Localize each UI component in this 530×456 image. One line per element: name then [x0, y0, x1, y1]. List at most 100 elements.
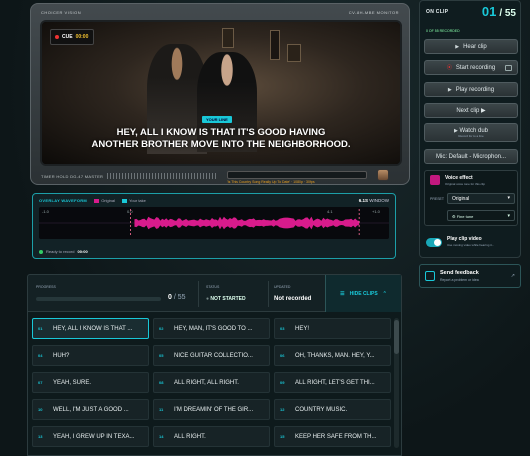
clip-number: 01	[38, 326, 43, 331]
clip-item[interactable]: 12 COUNTRY MUSIC.	[274, 399, 391, 420]
clip-number: 15	[280, 434, 285, 439]
progress-count: 0 / 55	[168, 294, 186, 301]
clip-list: 01 HEY, ALL I KNOW IS THAT ... 02 HEY, MAN,…	[27, 312, 402, 456]
clip-number: 13	[38, 434, 43, 439]
waveform-panel: OVERLAY WAVEFORM Original Your take 6.1S…	[32, 193, 396, 259]
mic-select-button[interactable]: Mic: Default - Microphon...	[424, 149, 518, 164]
original-swatch-icon	[94, 198, 100, 203]
next-clip-button[interactable]: Next clip ▶	[424, 103, 518, 118]
app-root: CHOICER VISION CV-8H-MBE MONITOR CUE 00:…	[0, 0, 530, 456]
recorded-count: 0 OF 55 RECORDED	[426, 29, 460, 33]
clip-number: 04	[38, 353, 43, 358]
clip-number: 10	[38, 407, 43, 412]
clip-text: I'M DREAMIN' OF THE GIR...	[174, 406, 254, 413]
tick-label: 0.0	[127, 209, 133, 214]
ready-dot-icon	[39, 249, 43, 254]
clip-item[interactable]: 01 HEY, ALL I KNOW IS THAT ...	[32, 318, 149, 339]
clip-item[interactable]: 06 OH, THANKS, MAN. HEY, Y...	[274, 345, 391, 366]
clip-item[interactable]: 13 YEAH, I GREW UP IN TEXA...	[32, 426, 149, 447]
clip-text: WELL, I'M JUST A GOOD ...	[53, 406, 129, 413]
cue-timecode: 00:00	[75, 34, 89, 40]
subtitle-text: HEY, ALL I KNOW IS THAT IT'S GOOD HAVING…	[91, 127, 351, 150]
monitor-model: CV-8H-MBE MONITOR	[348, 10, 399, 15]
clip-text: KEEP HER SAFE FROM TH...	[295, 433, 377, 440]
clip-item[interactable]: 05 NICE GUITAR COLLECTIO...	[153, 345, 270, 366]
clip-item[interactable]: 08 ALL RIGHT, ALL RIGHT.	[153, 372, 270, 393]
clip-number: 06	[280, 353, 285, 358]
clip-item[interactable]: 07 YEAH, SURE.	[32, 372, 149, 393]
equalizer-icon	[430, 175, 440, 185]
clip-number: 03	[280, 326, 285, 331]
tape-slot	[227, 171, 367, 179]
clip-item[interactable]: 03 HEY!	[274, 318, 391, 339]
cue-indicator: CUE 00:00	[50, 29, 94, 45]
progress-bar-panel: PROGRESS 0 / 55 STATUS NOT STARTED UPDAT…	[27, 274, 402, 312]
external-arrow-icon: ↗	[510, 273, 515, 279]
clip-text: HEY!	[295, 325, 310, 332]
clip-text: NICE GUITAR COLLECTIO...	[174, 352, 253, 359]
play-icon: ▶	[455, 43, 460, 50]
clip-item[interactable]: 11 I'M DREAMIN' OF THE GIR...	[153, 399, 270, 420]
clip-text: YEAH, I GREW UP IN TEXA...	[53, 433, 135, 440]
clip-item[interactable]: 09 ALL RIGHT, LET'S GET THI...	[274, 372, 391, 393]
tick-label: 4.1	[327, 209, 333, 214]
clip-text: ALL RIGHT.	[174, 433, 206, 440]
play-icon: ▶	[454, 127, 458, 134]
feedback-icon	[425, 271, 435, 281]
play-video-toggle[interactable]	[426, 238, 442, 247]
your-line-badge: YOUR LINE	[202, 116, 232, 123]
on-clip-label: ON CLIP	[426, 9, 449, 15]
fine-tune-dropdown[interactable]: ⚙ Fine tune	[447, 210, 515, 221]
clip-number: 11	[159, 407, 164, 412]
original-waveform	[134, 216, 360, 230]
clip-item[interactable]: 02 HEY, MAN, IT'S GOOD TO ...	[153, 318, 270, 339]
clip-control-panel: ON CLIP 01/ 55 0 OF 55 RECORDED ▶ Hear c…	[419, 0, 521, 258]
clip-number: 05	[159, 353, 164, 358]
hide-clips-button[interactable]: ☰ HIDE CLIPS ⌃	[325, 275, 401, 312]
tick-label: +1.0	[372, 209, 380, 214]
waveform-canvas[interactable]: -1.0 0.0 4.1 +1.0	[39, 207, 389, 239]
clip-number: 08	[159, 380, 164, 385]
send-feedback-button[interactable]: Send feedback Report a problem or idea ↗	[419, 264, 521, 288]
clip-number: 09	[280, 380, 285, 385]
monitor-brand: CHOICER VISION	[41, 10, 82, 15]
clip-item[interactable]: 14 ALL RIGHT.	[153, 426, 270, 447]
legend-take: Your take	[122, 198, 146, 203]
clip-text: OH, THANKS, MAN. HEY, Y...	[295, 352, 375, 359]
clip-list-scrollbar[interactable]	[394, 318, 399, 448]
record-status: Ready to record 00:00	[39, 249, 88, 254]
video-monitor: CHOICER VISION CV-8H-MBE MONITOR CUE 00:…	[30, 3, 410, 185]
waveform-svg	[39, 209, 389, 237]
clip-number: 07	[38, 380, 43, 385]
play-recording-button[interactable]: ▶ Play recording	[424, 82, 518, 97]
window-readout: 6.1S WINDOW	[358, 198, 389, 203]
clip-text: HEY, ALL I KNOW IS THAT ...	[53, 325, 133, 332]
preset-select[interactable]: Original	[447, 193, 515, 204]
waveform-title: OVERLAY WAVEFORM	[39, 198, 88, 203]
hear-clip-button[interactable]: ▶ Hear clip	[424, 39, 518, 54]
stop-square-icon	[505, 65, 512, 71]
volume-knob[interactable]	[377, 169, 389, 181]
status-value: NOT STARTED	[206, 296, 245, 302]
chevron-up-icon: ⌃	[382, 290, 387, 297]
legend-original: Original	[94, 198, 115, 203]
clip-item[interactable]: 15 KEEP HER SAFE FROM TH...	[274, 426, 391, 447]
voice-effect-box: Voice effect Original voice tone for thi…	[424, 170, 518, 226]
voice-effect-title: Voice effect	[445, 175, 473, 181]
list-icon: ☰	[340, 290, 345, 297]
start-recording-button[interactable]: ⦿ Start recording	[424, 60, 518, 75]
clip-item[interactable]: 10 WELL, I'M JUST A GOOD ...	[32, 399, 149, 420]
progress-track	[36, 297, 161, 301]
video-screen[interactable]: CUE 00:00 YOUR LINE HEY, ALL I KNOW IS T…	[40, 20, 402, 166]
record-icon: ⦿	[446, 65, 452, 71]
clip-text: ALL RIGHT, LET'S GET THI...	[295, 379, 375, 386]
clip-number: 12	[280, 407, 285, 412]
speaker-grille	[107, 173, 217, 179]
play-icon: ▶	[447, 86, 452, 93]
watch-dub-button[interactable]: ▶ Watch dub Record for to a line	[424, 123, 518, 142]
clip-item[interactable]: 04 HUH?	[32, 345, 149, 366]
take-swatch-icon	[122, 198, 128, 203]
record-dot-icon	[55, 35, 59, 39]
clip-number: 02	[159, 326, 164, 331]
clip-text: ALL RIGHT, ALL RIGHT.	[174, 379, 239, 386]
